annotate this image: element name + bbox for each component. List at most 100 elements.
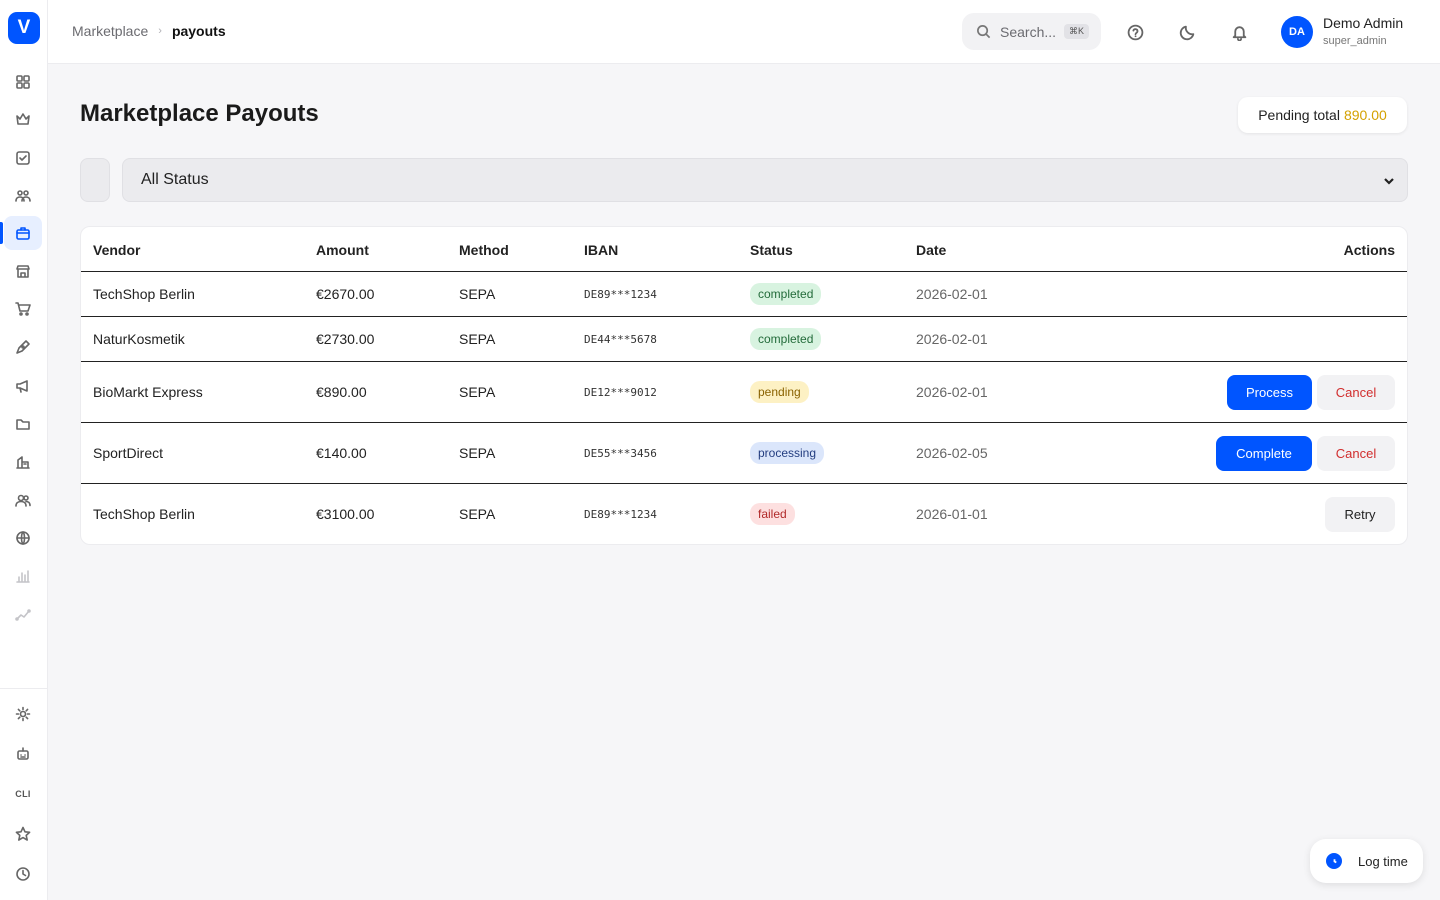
table-row: NaturKosmetik €2730.00 SEPA DE44***5678 … — [81, 317, 1407, 362]
amount-cell: €2670.00 — [316, 286, 375, 302]
cancel-button[interactable]: Cancel — [1317, 375, 1395, 410]
sidebar-item-marketplace[interactable] — [4, 216, 42, 250]
table-header: Vendor Amount Method IBAN Status Date Ac… — [81, 227, 1407, 272]
theme-toggle-button[interactable] — [1177, 22, 1197, 42]
folder-icon — [16, 419, 30, 430]
sidebar-item-buildings[interactable] — [4, 445, 42, 479]
sidebar-divider — [0, 688, 47, 689]
filter-button[interactable] — [80, 158, 110, 202]
sidebar-item-cart[interactable] — [4, 292, 42, 326]
table-row: BioMarkt Express €890.00 SEPA DE12***901… — [81, 362, 1407, 423]
page-title: Marketplace Payouts — [80, 100, 319, 127]
app-logo[interactable]: V — [8, 12, 40, 44]
gear-icon — [15, 706, 31, 722]
star-icon — [15, 826, 31, 841]
topbar: Marketplace › payouts Search... ⌘K DA De… — [48, 0, 1440, 64]
amount-cell: €3100.00 — [316, 506, 375, 522]
sidebar-item-contacts[interactable] — [4, 483, 42, 517]
date-cell: 2026-02-01 — [916, 331, 988, 347]
active-indicator — [0, 222, 3, 244]
sidebar-item-favorites[interactable] — [4, 817, 42, 851]
people-icon — [15, 494, 31, 507]
sidebar-item-tasks[interactable] — [4, 141, 42, 175]
crown-icon — [16, 113, 30, 125]
method-cell: SEPA — [459, 286, 496, 302]
sidebar: V CLI — [0, 0, 48, 900]
log-time-label: Log time — [1358, 853, 1408, 869]
vendor-cell: TechShop Berlin — [93, 506, 195, 522]
pending-total-label: Pending total — [1258, 107, 1340, 123]
amount-cell: €890.00 — [316, 384, 367, 400]
date-cell: 2026-01-01 — [916, 506, 988, 522]
sidebar-item-bot[interactable] — [4, 737, 42, 771]
sidebar-item-globe[interactable] — [4, 521, 42, 555]
column-header-method: Method — [459, 242, 509, 258]
store-icon — [16, 265, 30, 278]
column-header-vendor: Vendor — [93, 242, 141, 258]
sidebar-item-files[interactable] — [4, 407, 42, 441]
table-row: TechShop Berlin €2670.00 SEPA DE89***123… — [81, 272, 1407, 317]
method-cell: SEPA — [459, 384, 496, 400]
payouts-table: Vendor Amount Method IBAN Status Date Ac… — [80, 226, 1408, 545]
complete-button[interactable]: Complete — [1216, 436, 1312, 471]
avatar[interactable]: DA — [1281, 16, 1313, 48]
sidebar-item-trends[interactable] — [4, 597, 42, 631]
sidebar-item-history[interactable] — [4, 857, 42, 891]
megaphone-icon — [16, 380, 28, 393]
column-header-amount: Amount — [316, 242, 369, 258]
vendor-cell: NaturKosmetik — [93, 331, 185, 347]
search-icon — [977, 25, 991, 39]
iban-cell: DE12***9012 — [584, 386, 657, 399]
globe-icon — [16, 531, 30, 545]
user-name[interactable]: Demo Admin — [1323, 15, 1403, 31]
users-icon — [15, 190, 31, 202]
iban-cell: DE55***3456 — [584, 447, 657, 460]
robot-icon — [17, 747, 29, 760]
breadcrumb-current: payouts — [171, 23, 226, 39]
iban-cell: DE89***1234 — [584, 288, 657, 301]
method-cell: SEPA — [459, 331, 496, 347]
sidebar-item-design[interactable] — [4, 330, 42, 364]
notifications-button[interactable] — [1229, 22, 1249, 42]
retry-button[interactable]: Retry — [1325, 497, 1395, 532]
sidebar-item-campaigns[interactable] — [4, 369, 42, 403]
pending-total-card: Pending total 890.00 — [1238, 97, 1407, 133]
search-input[interactable]: Search... ⌘K — [962, 13, 1101, 50]
column-header-status: Status — [750, 242, 793, 258]
status-badge: processing — [750, 442, 825, 464]
checkbox-icon — [16, 151, 30, 165]
vendor-cell: TechShop Berlin — [93, 286, 195, 302]
table-row: SportDirect €140.00 SEPA DE55***3456 pro… — [81, 423, 1407, 484]
status-badge: completed — [750, 283, 822, 305]
clock-icon — [16, 867, 30, 881]
process-button[interactable]: Process — [1227, 375, 1312, 410]
sidebar-item-store[interactable] — [4, 254, 42, 288]
vendor-cell: BioMarkt Express — [93, 384, 203, 400]
chevron-down-icon — [1383, 174, 1395, 186]
cancel-button[interactable]: Cancel — [1317, 436, 1395, 471]
status-badge: pending — [750, 381, 809, 403]
amount-cell: €140.00 — [316, 445, 367, 461]
breadcrumb-parent[interactable]: Marketplace — [72, 23, 148, 39]
status-filter-select[interactable]: All Status — [122, 158, 1408, 202]
iban-cell: DE89***1234 — [584, 508, 657, 521]
cart-icon — [15, 302, 31, 316]
sidebar-item-settings[interactable] — [4, 697, 42, 731]
pending-total-value: 890.00 — [1343, 107, 1387, 123]
help-icon — [1127, 24, 1143, 40]
method-cell: SEPA — [459, 506, 496, 522]
sidebar-item-analytics[interactable] — [4, 559, 42, 593]
date-cell: 2026-02-01 — [916, 384, 988, 400]
timer-icon — [1326, 853, 1342, 869]
pen-icon — [16, 340, 30, 354]
user-role: super_admin — [1323, 35, 1387, 47]
help-button[interactable] — [1125, 22, 1145, 42]
method-cell: SEPA — [459, 445, 496, 461]
cli-label: CLI — [15, 789, 31, 799]
sidebar-item-crown[interactable] — [4, 102, 42, 136]
chevron-right-icon: › — [158, 25, 162, 37]
log-time-button[interactable]: Log time — [1310, 839, 1423, 883]
sidebar-item-cli[interactable]: CLI — [4, 777, 42, 811]
sidebar-item-team[interactable] — [4, 179, 42, 213]
sidebar-item-dashboard[interactable] — [4, 65, 42, 99]
